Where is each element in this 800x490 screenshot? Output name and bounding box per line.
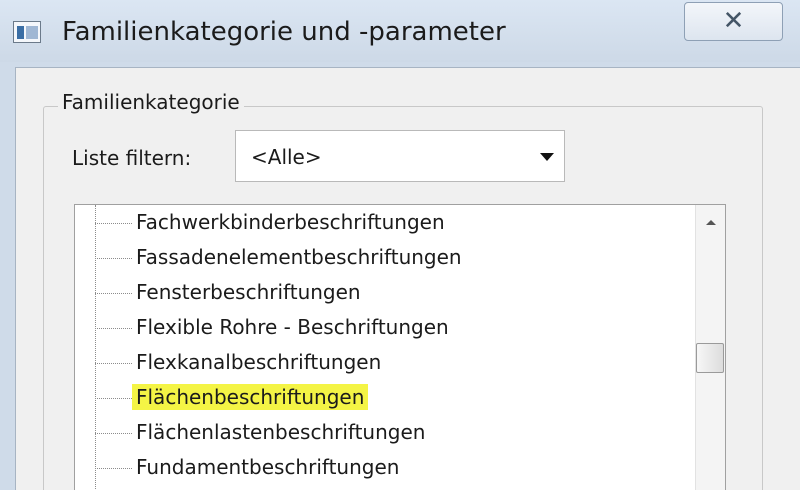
tree-item[interactable]: Flexkanalbeschriftungen <box>75 345 685 379</box>
tree-item[interactable]: Fensterbeschriftungen <box>75 275 685 309</box>
filter-label: Liste filtern: <box>72 146 192 170</box>
tree-item-label: Flexible Rohre - Beschriftungen <box>136 315 449 339</box>
dialog-body: Familienkategorie Liste filtern: <Alle> … <box>15 67 800 490</box>
tree-item-label: Fensterbeschriftungen <box>136 280 361 304</box>
title-bar[interactable]: Familienkategorie und -parameter ✕ <box>0 0 800 62</box>
dialog-window-icon <box>13 21 41 43</box>
tree-item[interactable]: Flächenlastenbeschriftungen <box>75 415 685 449</box>
tree-item-label: Fundamentbeschriftungen <box>136 455 400 479</box>
tree-item-label: Fachwerkbinderbeschriftungen <box>136 210 445 234</box>
tree-item-label: Flexkanalbeschriftungen <box>136 350 382 374</box>
tree-item[interactable]: Fachwerkbinderbeschriftungen <box>75 205 685 239</box>
tree-item[interactable]: Fundamentbeschriftungen <box>75 450 685 484</box>
tree-item-label: Fassadenelementbeschriftungen <box>136 245 462 269</box>
tree-item[interactable]: Flexible Rohre - Beschriftungen <box>75 310 685 344</box>
scroll-up-arrow-icon[interactable] <box>706 220 716 225</box>
group-label: Familienkategorie <box>58 90 244 114</box>
category-tree[interactable]: Fachwerkbinderbeschriftungen Fassadenele… <box>74 204 726 490</box>
filter-dropdown[interactable]: <Alle> <box>235 130 565 182</box>
vertical-scrollbar[interactable] <box>695 205 725 490</box>
scroll-thumb[interactable] <box>696 343 724 373</box>
close-icon: ✕ <box>722 6 745 36</box>
chevron-down-icon[interactable] <box>540 153 554 161</box>
tree-item-label: Flächenbeschriftungen <box>132 384 369 410</box>
close-button[interactable]: ✕ <box>684 2 783 41</box>
window-title: Familienkategorie und -parameter <box>62 17 506 47</box>
tree-item-highlighted[interactable]: Flächenbeschriftungen <box>75 380 685 414</box>
dialog-window: Familienkategorie und -parameter ✕ Famil… <box>0 0 800 490</box>
filter-value: <Alle> <box>251 145 322 169</box>
tree-item[interactable]: Fassadenelementbeschriftungen <box>75 240 685 274</box>
tree-item-label: Flächenlastenbeschriftungen <box>136 420 426 444</box>
